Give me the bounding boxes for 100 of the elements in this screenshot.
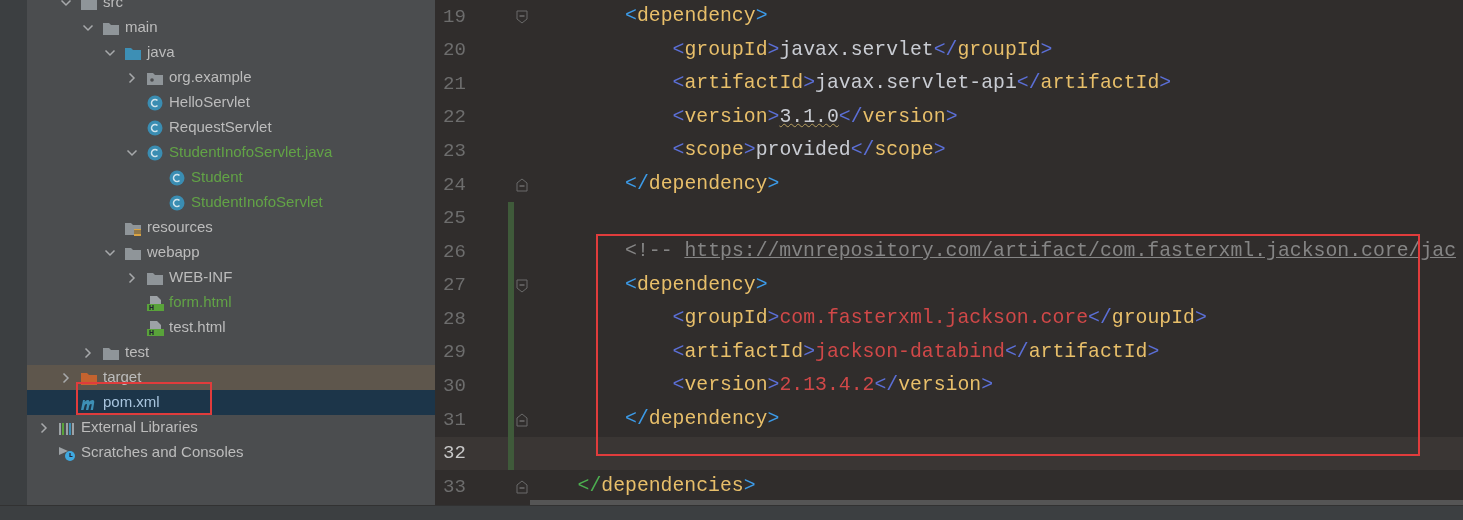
code-token: groupId (684, 306, 768, 332)
scrollbar[interactable] (530, 500, 1463, 505)
item-label: RequestServlet (169, 117, 272, 138)
line-number: 21 (442, 71, 467, 97)
tree-item[interactable]: RequestServlet (27, 115, 435, 140)
code-token: < (672, 138, 685, 164)
code-token: jackson-databind (815, 339, 1005, 365)
tree-item[interactable]: form.html (27, 290, 435, 315)
code-token: </ (1088, 306, 1112, 332)
tree-item[interactable]: target (27, 365, 435, 390)
code-token: scope (684, 138, 744, 164)
code-token: version (862, 104, 946, 130)
tree-item[interactable]: src (27, 0, 435, 15)
code-token: > (1194, 306, 1207, 332)
chevron-right-icon[interactable] (38, 421, 50, 434)
fold-icon[interactable] (516, 177, 528, 192)
line-number: 25 (442, 206, 467, 232)
code-token: > (767, 171, 780, 197)
tree-item[interactable]: pom.xml (27, 390, 435, 415)
chevron-right-icon[interactable] (126, 71, 138, 84)
html-file-icon (146, 319, 164, 336)
code-token: > (933, 138, 946, 164)
code-token: scope (874, 138, 934, 164)
fold-icon[interactable] (516, 412, 528, 427)
code-token: </ (933, 37, 958, 63)
code-token: > (803, 71, 815, 97)
tree-item[interactable]: resources (27, 215, 435, 240)
tree-item[interactable]: HelloServlet (27, 90, 435, 115)
code-token: javax.servlet-api (815, 71, 1017, 97)
code-token: > (981, 373, 994, 399)
line-number: 27 (442, 273, 467, 299)
item-label: org.example (169, 67, 252, 88)
tree-item[interactable]: test.html (27, 315, 435, 340)
item-label: WEB-INF (169, 267, 233, 288)
code-token: </ (838, 104, 863, 130)
tree-item[interactable]: webapp (27, 240, 435, 265)
item-label: External Libraries (81, 417, 198, 438)
code-token: < (625, 3, 637, 29)
chevron-down-icon[interactable] (60, 0, 72, 9)
line-number: 30 (442, 374, 467, 400)
tree-item[interactable]: test (27, 340, 435, 365)
tree-item[interactable]: Scratches and Consoles (27, 440, 435, 465)
item-label: Scratches and Consoles (81, 442, 244, 463)
code-token: < (672, 71, 685, 97)
code-token: groupId (1111, 306, 1195, 332)
code-token: > (1040, 37, 1053, 63)
code-token: javax.servlet (779, 37, 934, 63)
code-token: dependency (636, 3, 756, 29)
code-token: <!-- (625, 239, 673, 265)
code-token: < (672, 339, 685, 365)
code-token: > (945, 104, 958, 130)
code-token: 2.13.4.2 (779, 373, 875, 399)
code-token: artifactId (684, 339, 804, 365)
tree-item[interactable]: Student (27, 165, 435, 190)
item-label: pom.xml (103, 392, 160, 413)
item-label: HelloServlet (169, 92, 250, 113)
code-token: </ (1004, 339, 1029, 365)
chevron-right-icon[interactable] (60, 371, 72, 384)
chevron-right-icon[interactable] (82, 346, 94, 359)
code-token: artifactId (1028, 339, 1148, 365)
tree-item[interactable]: StudentInofoServlet (27, 190, 435, 215)
line-number: 20 (442, 38, 467, 64)
code-token: version (684, 104, 768, 130)
tree-item[interactable]: WEB-INF (27, 265, 435, 290)
fold-icon[interactable] (516, 9, 528, 24)
line-number: 26 (442, 239, 467, 265)
item-label: target (103, 367, 142, 388)
code-token: groupId (957, 37, 1041, 63)
tree-item[interactable]: java (27, 40, 435, 65)
tree-item[interactable]: org.example (27, 65, 435, 90)
code-token: dependency (648, 171, 768, 197)
scratches-icon (58, 444, 76, 461)
code-token: > (767, 37, 780, 63)
tree-item[interactable]: StudentInofoServlet.java (27, 140, 435, 165)
class-icon (168, 169, 186, 186)
class-icon (146, 144, 164, 161)
code-token: < (625, 272, 637, 298)
item-label: StudentInofoServlet.java (169, 142, 333, 163)
code-token: < (672, 306, 685, 332)
tree-item[interactable]: External Libraries (27, 415, 435, 440)
code-token: < (672, 373, 685, 399)
code-token: provided (755, 138, 851, 164)
code-token: </ (850, 138, 875, 164)
code-token: > (743, 474, 756, 500)
class-icon (146, 119, 164, 136)
code-token: > (1159, 71, 1172, 97)
line-number: 31 (442, 407, 467, 433)
code-token: > (767, 407, 780, 433)
code-token: groupId (684, 37, 768, 63)
fold-icon[interactable] (516, 480, 528, 495)
fold-icon[interactable] (516, 278, 528, 293)
tree-item[interactable]: main (27, 15, 435, 40)
code-token: > (767, 306, 780, 332)
item-label: main (125, 17, 158, 38)
item-label: form.html (169, 292, 232, 313)
chevron-right-icon[interactable] (126, 271, 138, 284)
line-number: 32 (442, 441, 467, 467)
html-file-icon (146, 294, 164, 311)
item-label: resources (147, 217, 213, 238)
code-token: < (672, 37, 685, 63)
